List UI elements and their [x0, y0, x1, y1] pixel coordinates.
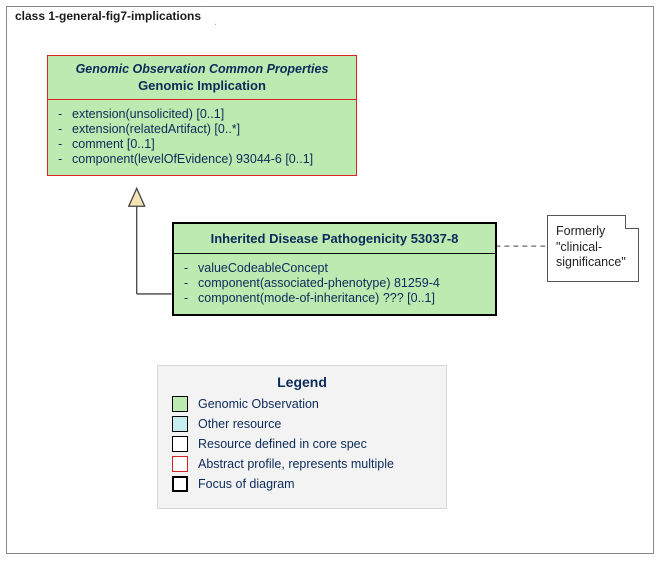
note-line: Formerly	[556, 224, 630, 240]
class-title: Inherited Disease Pathogenicity 53037-8	[174, 224, 495, 254]
legend-label: Other resource	[198, 417, 281, 431]
attr: extension(relatedArtifact) [0..*]	[72, 122, 240, 136]
legend-item: Abstract profile, represents multiple	[172, 456, 432, 472]
swatch-abstract-profile	[172, 456, 188, 472]
class-genomic-implication: Genomic Observation Common Properties Ge…	[47, 55, 357, 176]
class-supertitle: Genomic Observation Common Properties	[54, 62, 350, 76]
frame-title: class 1-general-fig7-implications	[6, 6, 216, 25]
diagram-canvas: class 1-general-fig7-implications Genomi…	[0, 0, 660, 562]
attr: extension(unsolicited) [0..1]	[72, 107, 224, 121]
attr: component(associated-phenotype) 81259-4	[198, 276, 440, 290]
swatch-focus	[172, 476, 188, 492]
legend-label: Abstract profile, represents multiple	[198, 457, 394, 471]
attr: valueCodeableConcept	[198, 261, 328, 275]
legend-item: Resource defined in core spec	[172, 436, 432, 452]
attr: component(mode-of-inheritance) ??? [0..1…	[198, 291, 435, 305]
note-formerly-clinical-significance: Formerly "clinical- significance"	[547, 215, 639, 282]
class-title: Genomic Implication	[54, 78, 350, 93]
diagram-frame: class 1-general-fig7-implications Genomi…	[6, 6, 654, 554]
attr: component(levelOfEvidence) 93044-6 [0..1…	[72, 152, 313, 166]
legend-item: Genomic Observation	[172, 396, 432, 412]
class-inherited-disease-pathogenicity: Inherited Disease Pathogenicity 53037-8 …	[172, 222, 497, 316]
note-line: "clinical-	[556, 240, 630, 256]
attr: comment [0..1]	[72, 137, 155, 151]
note-line: significance"	[556, 255, 630, 271]
class-attributes: -valueCodeableConcept -component(associa…	[174, 254, 495, 314]
legend-item: Other resource	[172, 416, 432, 432]
legend-label: Focus of diagram	[198, 477, 295, 491]
swatch-other-resource	[172, 416, 188, 432]
legend-item: Focus of diagram	[172, 476, 432, 492]
legend-title: Legend	[172, 374, 432, 390]
legend-box: Legend Genomic Observation Other resourc…	[157, 365, 447, 509]
legend-label: Resource defined in core spec	[198, 437, 367, 451]
legend-label: Genomic Observation	[198, 397, 319, 411]
class-title-area: Genomic Observation Common Properties Ge…	[48, 56, 356, 100]
swatch-genomic-observation	[172, 396, 188, 412]
class-attributes: -extension(unsolicited) [0..1] -extensio…	[48, 100, 356, 175]
swatch-core-spec	[172, 436, 188, 452]
